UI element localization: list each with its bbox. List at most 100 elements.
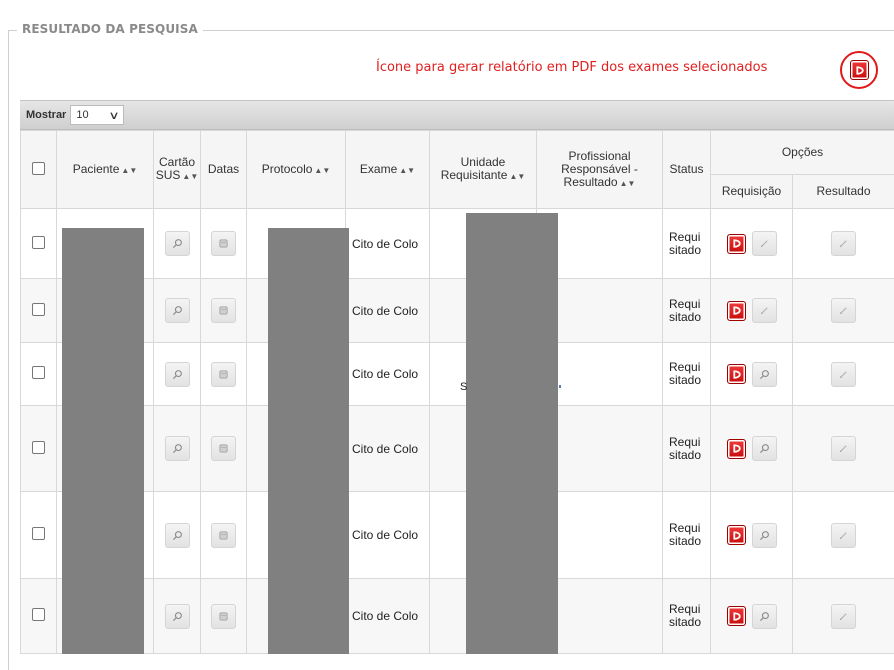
table-row: Cito de ColoRequi sitado	[21, 579, 894, 654]
row-checkbox[interactable]	[32, 441, 45, 454]
pencil-icon[interactable]	[831, 523, 856, 548]
row-select-cell	[21, 209, 57, 279]
show-label: Mostrar	[26, 109, 66, 121]
header-datas: Datas	[201, 131, 247, 209]
header-label: Datas	[208, 162, 239, 176]
resultado-cell	[793, 343, 894, 406]
magnifier-icon[interactable]	[165, 298, 190, 323]
row-select-cell	[21, 406, 57, 492]
resultado-cell	[793, 492, 894, 579]
sort-icon: ▲▼	[314, 166, 330, 175]
datas-cell	[201, 579, 247, 654]
header-label: Unidade Requisitante	[441, 155, 508, 182]
stray-mark	[559, 385, 561, 388]
calendar-icon[interactable]	[211, 298, 236, 323]
calendar-icon[interactable]	[211, 436, 236, 461]
status-text: Requi sitado	[669, 361, 703, 387]
pdf-report-icon[interactable]	[850, 60, 869, 80]
magnifier-icon[interactable]	[752, 362, 777, 387]
page-size-select[interactable]: 10 ∨	[70, 105, 124, 125]
status-cell: Requi sitado	[663, 343, 711, 406]
row-checkbox[interactable]	[32, 527, 45, 540]
header-label: Protocolo	[262, 162, 313, 176]
header-cartao-sus[interactable]: Cartão SUS▲▼	[154, 131, 201, 209]
header-exame[interactable]: Exame▲▼	[346, 131, 430, 209]
row-checkbox[interactable]	[32, 236, 45, 249]
page-size-value: 10	[76, 109, 88, 121]
redacted-protocolo	[268, 228, 349, 654]
pdf-icon[interactable]	[727, 301, 746, 321]
magnifier-icon[interactable]	[752, 436, 777, 461]
requisicao-cell	[711, 209, 793, 279]
row-checkbox[interactable]	[32, 366, 45, 379]
magnifier-icon[interactable]	[165, 231, 190, 256]
pdf-annotation-text: Ícone para gerar relatório em PDF dos ex…	[376, 60, 767, 75]
status-cell: Requi sitado	[663, 579, 711, 654]
status-text: Requi sitado	[669, 436, 703, 462]
sort-icon: ▲▼	[620, 179, 636, 188]
magnifier-icon[interactable]	[165, 604, 190, 629]
magnifier-icon[interactable]	[165, 362, 190, 387]
requisicao-cell	[711, 492, 793, 579]
magnifier-icon[interactable]	[752, 604, 777, 629]
status-cell: Requi sitado	[663, 279, 711, 343]
header-profissional[interactable]: Profissional Responsável - Resultado▲▼	[537, 131, 663, 209]
table-row: Cito de ColoRequi sitado	[21, 492, 894, 579]
status-text: Requi sitado	[669, 603, 703, 629]
resultado-cell	[793, 279, 894, 343]
table-toolbar: Mostrar 10 ∨	[20, 100, 894, 130]
pdf-icon[interactable]	[727, 606, 746, 626]
pencil-icon[interactable]	[752, 298, 777, 323]
redacted-paciente	[62, 228, 144, 654]
pencil-icon[interactable]	[831, 298, 856, 323]
magnifier-icon[interactable]	[752, 523, 777, 548]
resultado-cell	[793, 209, 894, 279]
header-label: Requisição	[722, 184, 781, 198]
datas-cell	[201, 406, 247, 492]
table-row: Cito de ColoRequi sitado	[21, 343, 894, 406]
pdf-icon[interactable]	[727, 234, 746, 254]
pencil-icon[interactable]	[831, 362, 856, 387]
section-legend: RESULTADO DA PESQUISA	[17, 22, 203, 36]
header-status: Status	[663, 131, 711, 209]
datas-cell	[201, 492, 247, 579]
header-opcoes: Opções	[711, 131, 894, 175]
pdf-icon[interactable]	[727, 364, 746, 384]
pencil-icon[interactable]	[831, 604, 856, 629]
calendar-icon[interactable]	[211, 604, 236, 629]
magnifier-icon[interactable]	[165, 436, 190, 461]
pencil-icon[interactable]	[831, 436, 856, 461]
row-checkbox[interactable]	[32, 303, 45, 316]
calendar-icon[interactable]	[211, 362, 236, 387]
row-select-cell	[21, 279, 57, 343]
magnifier-icon[interactable]	[165, 523, 190, 548]
exame-cell: Cito de Colo	[346, 279, 430, 343]
header-paciente[interactable]: Paciente▲▼	[57, 131, 154, 209]
calendar-icon[interactable]	[211, 231, 236, 256]
header-label: Exame	[360, 162, 397, 176]
stray-text: S	[460, 381, 467, 393]
cartao-sus-cell	[154, 279, 201, 343]
requisicao-cell	[711, 343, 793, 406]
sort-icon: ▲▼	[121, 166, 137, 175]
pdf-icon[interactable]	[727, 439, 746, 459]
status-text: Requi sitado	[669, 298, 703, 324]
pencil-icon[interactable]	[831, 231, 856, 256]
select-all-checkbox[interactable]	[32, 162, 45, 175]
pdf-icon[interactable]	[727, 525, 746, 545]
header-unidade[interactable]: Unidade Requisitante▲▼	[430, 131, 537, 209]
header-protocolo[interactable]: Protocolo▲▼	[247, 131, 346, 209]
datas-cell	[201, 279, 247, 343]
pencil-icon[interactable]	[752, 231, 777, 256]
calendar-icon[interactable]	[211, 523, 236, 548]
row-checkbox[interactable]	[32, 608, 45, 621]
requisicao-cell	[711, 279, 793, 343]
sort-icon: ▲▼	[399, 166, 415, 175]
cartao-sus-cell	[154, 209, 201, 279]
cartao-sus-cell	[154, 579, 201, 654]
exame-text: Cito de Colo	[352, 237, 418, 251]
pdf-report-highlight	[840, 51, 878, 89]
resultado-cell	[793, 579, 894, 654]
sort-icon: ▲▼	[182, 172, 198, 181]
exame-cell: Cito de Colo	[346, 209, 430, 279]
